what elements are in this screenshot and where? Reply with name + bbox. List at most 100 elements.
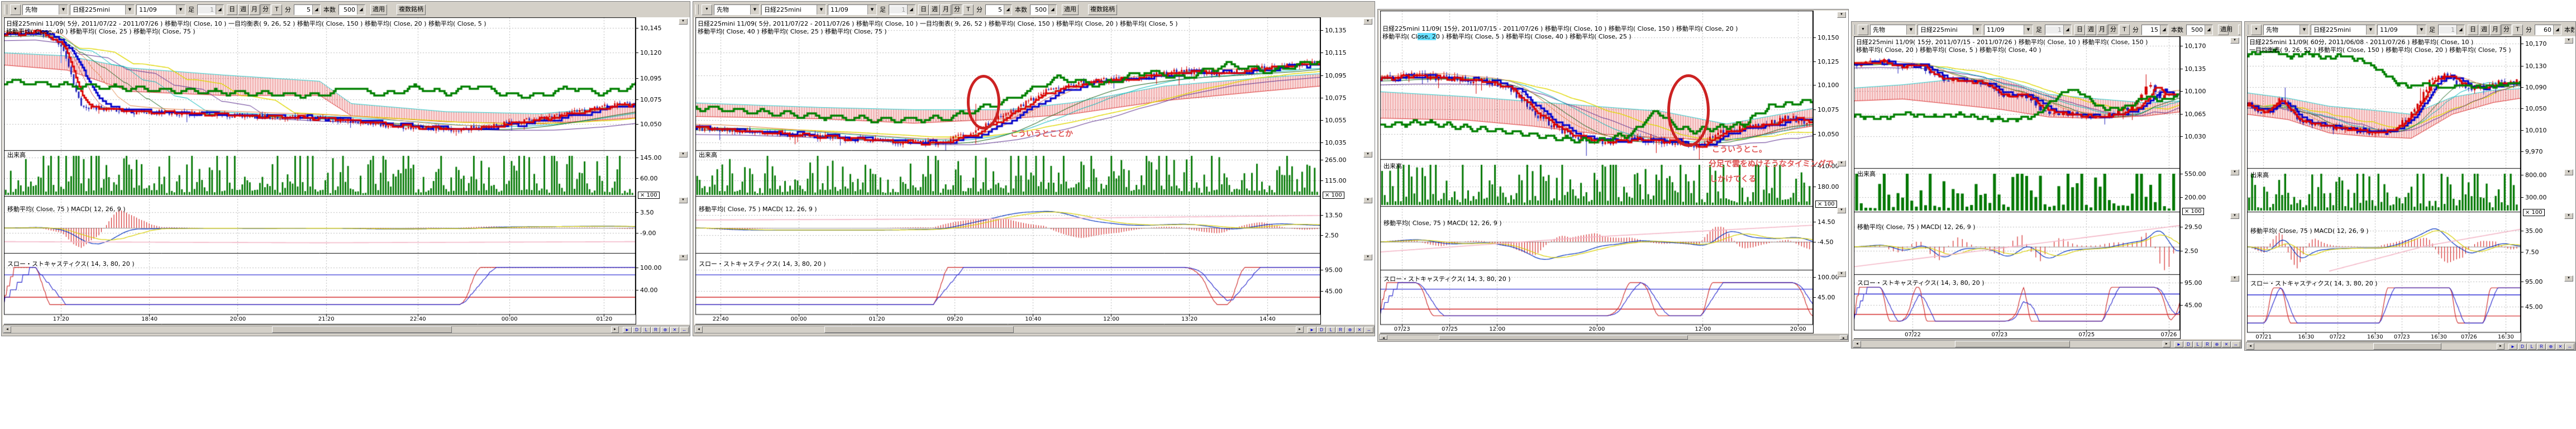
dropdown-arrow-icon[interactable]: ▼ xyxy=(59,5,68,15)
chart-tool-button-6[interactable]: ✕ xyxy=(2556,344,2565,350)
dropdown-arrow-icon[interactable]: ▼ xyxy=(817,5,826,15)
period-button-分[interactable]: 分 xyxy=(2108,25,2119,35)
pane-collapse-button[interactable]: ▼ xyxy=(2230,37,2239,44)
contract-select[interactable]: 11/09▼ xyxy=(2377,25,2426,35)
dropdown-arrow-icon[interactable]: ▼ xyxy=(750,5,759,15)
symbol-select[interactable]: 日経225mini▼ xyxy=(1917,25,1982,35)
pane-collapse-button[interactable]: ▼ xyxy=(679,18,688,25)
bars-spin[interactable]: 500◢ xyxy=(338,4,365,15)
period-button-月[interactable]: 月 xyxy=(249,4,260,15)
chart-tool-button-2[interactable]: D xyxy=(2184,341,2193,347)
dropdown-arrow-icon[interactable]: ▼ xyxy=(1906,25,1915,35)
chart-tool-button-5[interactable]: ⊕ xyxy=(2546,344,2555,350)
apply-button[interactable]: 適用 xyxy=(2218,25,2229,35)
pane-collapse-button[interactable]: ▼ xyxy=(679,254,688,260)
scroll-left-icon[interactable]: ◄ xyxy=(3,326,11,333)
dropdown-arrow-icon[interactable]: ▼ xyxy=(125,5,134,15)
spin-grip-icon[interactable]: ◢ xyxy=(2456,25,2464,35)
horizontal-scrollbar[interactable]: ◄ ► ►DLR⊕✕↔ xyxy=(2246,342,2575,350)
dropdown-arrow-icon[interactable]: ▼ xyxy=(2366,25,2375,35)
pane-collapse-button[interactable]: ▼ xyxy=(1363,254,1372,260)
chart-tool-button-3[interactable]: L xyxy=(2527,344,2536,350)
scroll-left-icon[interactable]: ◄ xyxy=(1853,341,1861,347)
scrollbar-thumb[interactable] xyxy=(1955,341,2069,347)
period-button-週[interactable]: 週 xyxy=(929,4,940,15)
pane-collapse-button[interactable]: ▼ xyxy=(1837,12,1846,18)
chart-plot[interactable] xyxy=(2247,36,2521,341)
multi-symbol-button[interactable]: 複数銘柄 xyxy=(2238,25,2240,35)
instrument-select[interactable]: 先物▼ xyxy=(2263,25,2309,35)
chart-plot[interactable] xyxy=(1380,11,1813,333)
bars-spin[interactable]: 500◢ xyxy=(1030,4,1057,15)
toolbar-grip-icon[interactable] xyxy=(695,4,699,15)
chart-tool-button-4[interactable]: R xyxy=(2537,344,2546,350)
bar-width-spin[interactable]: 1◢ xyxy=(197,4,224,15)
chart-tool-button-5[interactable]: ⊕ xyxy=(1346,327,1354,333)
scrollbar-thumb[interactable] xyxy=(824,326,1014,333)
interval-spin[interactable]: 60◢ xyxy=(2535,25,2561,35)
apply-button[interactable]: 適用 xyxy=(1062,4,1079,15)
pane-collapse-button[interactable]: ▼ xyxy=(2564,169,2573,175)
scrollbar-thumb[interactable] xyxy=(1439,335,1688,340)
dropdown-arrow-icon[interactable]: ▼ xyxy=(2024,25,2033,35)
pane-collapse-button[interactable]: ▼ xyxy=(2564,37,2573,44)
chart-plot[interactable] xyxy=(695,17,1320,325)
chart-tool-button-1[interactable]: ► xyxy=(2508,344,2517,350)
pane-collapse-button[interactable]: ▼ xyxy=(1363,151,1372,158)
period-button-T[interactable]: T xyxy=(271,4,282,15)
chart-tool-button-7[interactable]: ↔ xyxy=(680,327,689,333)
instrument-select[interactable]: 先物▼ xyxy=(22,4,68,15)
period-button-T[interactable]: T xyxy=(2512,25,2523,35)
chart-tool-button-6[interactable]: ✕ xyxy=(1355,327,1364,333)
toolbar-grip-icon[interactable] xyxy=(4,4,7,15)
period-button-分[interactable]: 分 xyxy=(952,4,962,15)
window-menu-button[interactable]: ▼ xyxy=(10,4,21,15)
pane-collapse-button[interactable]: ▼ xyxy=(1837,160,1846,166)
scroll-right-icon[interactable]: ► xyxy=(2497,343,2505,350)
toolbar-grip-icon[interactable] xyxy=(2247,25,2248,35)
horizontal-scrollbar[interactable]: ◄ ► ►DLR⊕✕↔ xyxy=(3,326,690,333)
scroll-right-icon[interactable]: ► xyxy=(1840,335,1848,340)
dropdown-arrow-icon[interactable]: ▼ xyxy=(2300,25,2308,35)
bar-width-spin[interactable]: 1◢ xyxy=(2438,25,2465,35)
chart-plot[interactable] xyxy=(1854,36,2180,339)
chart-tool-button-5[interactable]: ⊕ xyxy=(2212,341,2221,347)
spin-grip-icon[interactable]: ◢ xyxy=(1004,5,1012,15)
pane-collapse-button[interactable]: ▼ xyxy=(1363,197,1372,203)
scroll-right-icon[interactable]: ► xyxy=(2163,341,2170,347)
period-button-月[interactable]: 月 xyxy=(2490,25,2501,35)
apply-button[interactable]: 適用 xyxy=(370,4,387,15)
pane-collapse-button[interactable]: ▼ xyxy=(679,151,688,158)
chart-tool-button-5[interactable]: ⊕ xyxy=(661,327,670,333)
multi-symbol-button[interactable]: 複数銘柄 xyxy=(1088,4,1117,15)
scrollbar-thumb[interactable] xyxy=(2373,343,2441,350)
chart-tool-button-7[interactable]: ↔ xyxy=(2231,341,2240,347)
spin-grip-icon[interactable]: ◢ xyxy=(2160,25,2168,35)
spin-grip-icon[interactable]: ◢ xyxy=(2553,25,2561,35)
scrollbar-thumb[interactable] xyxy=(272,326,452,333)
symbol-select[interactable]: 日経225mini▼ xyxy=(2311,25,2375,35)
chart-tool-button-7[interactable]: ↔ xyxy=(1365,327,1373,333)
chart-tool-button-2[interactable]: D xyxy=(1317,327,1326,333)
pane-collapse-button[interactable]: ▼ xyxy=(2564,213,2573,219)
window-menu-button[interactable]: ▼ xyxy=(1858,25,1868,35)
pane-collapse-button[interactable]: ▼ xyxy=(1837,207,1846,213)
spin-grip-icon[interactable]: ◢ xyxy=(357,5,365,15)
contract-select[interactable]: 11/09▼ xyxy=(828,4,877,15)
spin-grip-icon[interactable]: ◢ xyxy=(1048,5,1056,15)
horizontal-scrollbar[interactable]: ◄ ► xyxy=(1379,335,1848,340)
chart-plot[interactable] xyxy=(4,17,636,325)
pane-collapse-button[interactable]: ▼ xyxy=(2230,169,2239,175)
chart-tool-button-3[interactable]: L xyxy=(642,327,651,333)
instrument-select[interactable]: 先物▼ xyxy=(714,4,760,15)
period-button-月[interactable]: 月 xyxy=(2097,25,2107,35)
scroll-left-icon[interactable]: ◄ xyxy=(695,326,703,333)
period-button-日[interactable]: 日 xyxy=(918,4,929,15)
chart-tool-button-3[interactable]: L xyxy=(1327,327,1335,333)
horizontal-scrollbar[interactable]: ◄ ► ►DLR⊕✕↔ xyxy=(694,326,1375,333)
interval-spin[interactable]: 5◢ xyxy=(985,4,1012,15)
period-button-日[interactable]: 日 xyxy=(227,4,237,15)
interval-spin[interactable]: 15◢ xyxy=(2141,25,2168,35)
spin-grip-icon[interactable]: ◢ xyxy=(2063,25,2071,35)
bar-width-spin[interactable]: 1◢ xyxy=(889,4,915,15)
